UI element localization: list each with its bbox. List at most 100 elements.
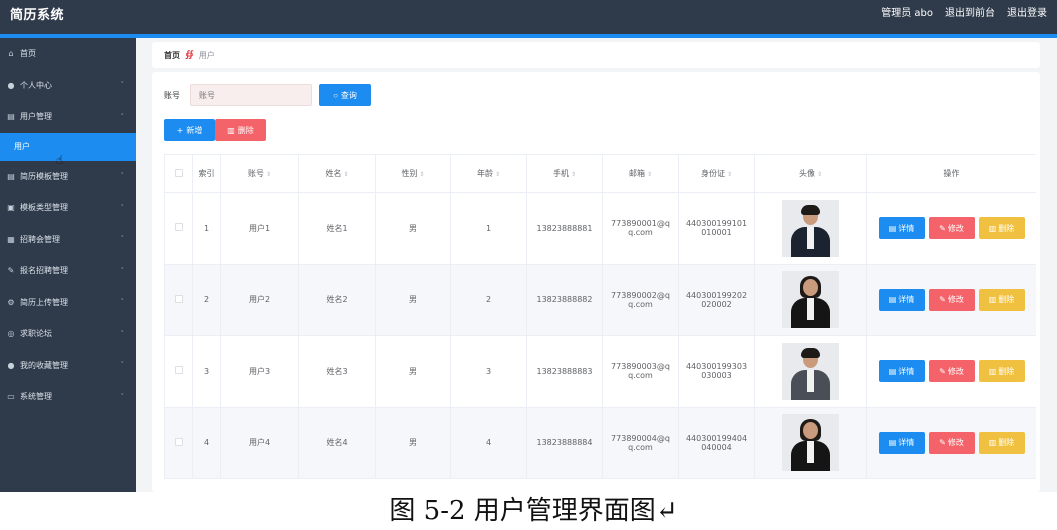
cell-id-card: 440300199202 020002 bbox=[678, 263, 755, 336]
add-button[interactable]: + 新增 bbox=[164, 119, 215, 141]
column-header-label: 姓名 bbox=[325, 169, 342, 178]
sidebar-item-forum[interactable]: ◎ 求职论坛 ˅ bbox=[0, 318, 136, 350]
column-header-phone[interactable]: 手机 ⇕ bbox=[526, 154, 603, 193]
chevron-down-icon: ˅ bbox=[120, 392, 125, 401]
delete-button[interactable]: ▥ 删除 bbox=[978, 360, 1025, 383]
sidebar-item-resume-templates[interactable]: ▤ 简历模板管理 ˅ bbox=[0, 161, 136, 193]
cell-phone: 13823888882 bbox=[526, 263, 603, 336]
detail-button[interactable]: ▤ 详情 bbox=[878, 288, 925, 311]
column-header-label: 头像 bbox=[798, 169, 815, 178]
email-line: q.com bbox=[628, 299, 653, 309]
row-checkbox[interactable] bbox=[174, 437, 183, 446]
row-checkbox[interactable] bbox=[174, 366, 183, 375]
detail-button-label: 详情 bbox=[898, 438, 915, 448]
chevron-down-icon: ˅ bbox=[120, 298, 125, 307]
id-line: 440300199303 bbox=[685, 362, 748, 372]
detail-button[interactable]: ▤ 详情 bbox=[878, 360, 925, 383]
row-checkbox[interactable] bbox=[174, 223, 183, 232]
sidebar-item-label: 招聘会管理 bbox=[20, 234, 60, 244]
cell-name: 姓名4 bbox=[298, 406, 376, 479]
edit-button[interactable]: ✎ 修改 bbox=[928, 217, 975, 240]
column-header-id-card[interactable]: 身份证 ⇕ bbox=[678, 154, 755, 193]
column-header-label: 性别 bbox=[401, 169, 418, 178]
cell-index: 4 bbox=[192, 406, 221, 479]
sidebar-item-template-types[interactable]: ▣ 模板类型管理 ˅ bbox=[0, 192, 136, 224]
column-header-label: 邮箱 bbox=[628, 169, 645, 178]
cell-age: 4 bbox=[450, 406, 527, 479]
cell-age: 1 bbox=[450, 192, 527, 265]
sidebar-item-personal-center[interactable]: ● 个人中心 ˅ bbox=[0, 70, 136, 102]
delete-button-label: 删除 bbox=[998, 366, 1015, 376]
pencil-icon: ✎ bbox=[939, 295, 946, 305]
row-checkbox[interactable] bbox=[174, 294, 183, 303]
sidebar-item-job-fairs[interactable]: ▦ 招聘会管理 ˅ bbox=[0, 224, 136, 256]
column-header-email[interactable]: 邮箱 ⇕ bbox=[602, 154, 679, 193]
sidebar-item-label: 报名招聘管理 bbox=[20, 266, 68, 276]
edit-button[interactable]: ✎ 修改 bbox=[928, 288, 975, 311]
detail-button[interactable]: ▤ 详情 bbox=[878, 431, 925, 454]
delete-button-label: 删除 bbox=[998, 223, 1015, 233]
column-header-age[interactable]: 年龄 ⇕ bbox=[450, 154, 527, 193]
document-icon: ▤ bbox=[888, 223, 897, 233]
select-all-checkbox[interactable] bbox=[174, 168, 183, 177]
row-select-cell bbox=[164, 335, 193, 408]
sort-icon: ⇕ bbox=[419, 171, 425, 178]
sidebar-item-favorites[interactable]: ● 我的收藏管理 ˅ bbox=[0, 350, 136, 382]
logout-link[interactable]: 退出登录 bbox=[1007, 4, 1047, 19]
sidebar-item-system[interactable]: ▭ 系统管理 ˅ bbox=[0, 381, 136, 413]
detail-button-label: 详情 bbox=[898, 366, 915, 376]
email-line: 773890004@q bbox=[611, 433, 670, 443]
select-all-cell bbox=[164, 154, 193, 193]
search-row: 账号 ○ 查询 bbox=[164, 84, 371, 106]
column-header-label: 年龄 bbox=[476, 169, 493, 178]
detail-button-label: 详情 bbox=[898, 223, 915, 233]
chevron-down-icon: ˅ bbox=[120, 361, 125, 370]
sidebar-item-label: 简历模板管理 bbox=[20, 171, 68, 181]
column-header-avatar[interactable]: 头像 ⇕ bbox=[754, 154, 867, 193]
sidebar-item-home[interactable]: ⌂ 首页 bbox=[0, 38, 136, 70]
sidebar-item-label: 首页 bbox=[20, 49, 36, 59]
sidebar-item-resume-uploads[interactable]: ⚙ 简历上传管理 ˅ bbox=[0, 287, 136, 319]
sort-icon: ⇕ bbox=[816, 171, 823, 178]
batch-delete-button-label: 删除 bbox=[237, 125, 254, 135]
row-select-cell bbox=[164, 263, 193, 336]
edit-button[interactable]: ✎ 修改 bbox=[928, 360, 975, 383]
edit-button[interactable]: ✎ 修改 bbox=[928, 431, 975, 454]
detail-button[interactable]: ▤ 详情 bbox=[878, 217, 925, 240]
sidebar-subitem-users[interactable]: 用户 bbox=[0, 132, 136, 161]
query-button[interactable]: ○ 查询 bbox=[319, 84, 371, 106]
cell-account: 用户2 bbox=[220, 263, 299, 336]
column-header-name[interactable]: 姓名 ⇕ bbox=[298, 154, 376, 193]
column-header-account[interactable]: 账号 ⇕ bbox=[220, 154, 299, 193]
id-line: 020002 bbox=[701, 299, 732, 309]
cell-actions: ▤ 详情 ✎ 修改 ▥ 删除 bbox=[866, 192, 1036, 265]
sidebar-item-user-management[interactable]: ▤ 用户管理 ˄ bbox=[0, 101, 136, 133]
column-header-label: 索引 bbox=[198, 169, 215, 178]
account-search-input[interactable] bbox=[190, 84, 312, 106]
calendar-icon: ▦ bbox=[7, 234, 15, 244]
plus-icon: + bbox=[176, 125, 184, 135]
user-table: 索引 账号 ⇕ 姓名 ⇕ 性别 ⇕ 年龄 ⇕ 手机 ⇕ 邮箱 ⇕ 身份证 ⇕ 头像 ⇕ 操作 bbox=[164, 154, 1036, 492]
delete-button[interactable]: ▥ 删除 bbox=[978, 217, 1025, 240]
table-row: 1 用户1 姓名1 男 1 13823888881 773890001@q q.c… bbox=[164, 192, 1036, 265]
table-row: 4 用户4 姓名4 男 4 13823888884 773890004@q q.c… bbox=[164, 406, 1036, 479]
column-header-gender[interactable]: 性别 ⇕ bbox=[375, 154, 451, 193]
batch-delete-button[interactable]: ▥ 删除 bbox=[215, 119, 266, 141]
delete-button[interactable]: ▥ 删除 bbox=[978, 288, 1025, 311]
email-line: 773890003@q bbox=[611, 362, 670, 372]
cell-phone: 13823888884 bbox=[526, 406, 603, 479]
column-header-label: 身份证 bbox=[700, 169, 725, 178]
breadcrumb-home[interactable]: 首页 bbox=[164, 50, 180, 61]
gear-icon: ⚙ bbox=[7, 297, 15, 307]
delete-button[interactable]: ▥ 删除 bbox=[978, 431, 1025, 454]
cell-age: 2 bbox=[450, 263, 527, 336]
figure-caption: 图 5-2 用户管理界面图↵ bbox=[0, 492, 1057, 530]
document-icon: ▤ bbox=[888, 438, 897, 448]
cell-name: 姓名2 bbox=[298, 263, 376, 336]
column-header-actions: 操作 bbox=[866, 154, 1036, 193]
front-link[interactable]: 退出到前台 bbox=[945, 4, 995, 19]
cell-index: 2 bbox=[192, 263, 221, 336]
delete-button-label: 删除 bbox=[998, 438, 1015, 448]
trash-icon: ▥ bbox=[227, 125, 235, 135]
sidebar-item-registrations[interactable]: ✎ 报名招聘管理 ˅ bbox=[0, 255, 136, 287]
